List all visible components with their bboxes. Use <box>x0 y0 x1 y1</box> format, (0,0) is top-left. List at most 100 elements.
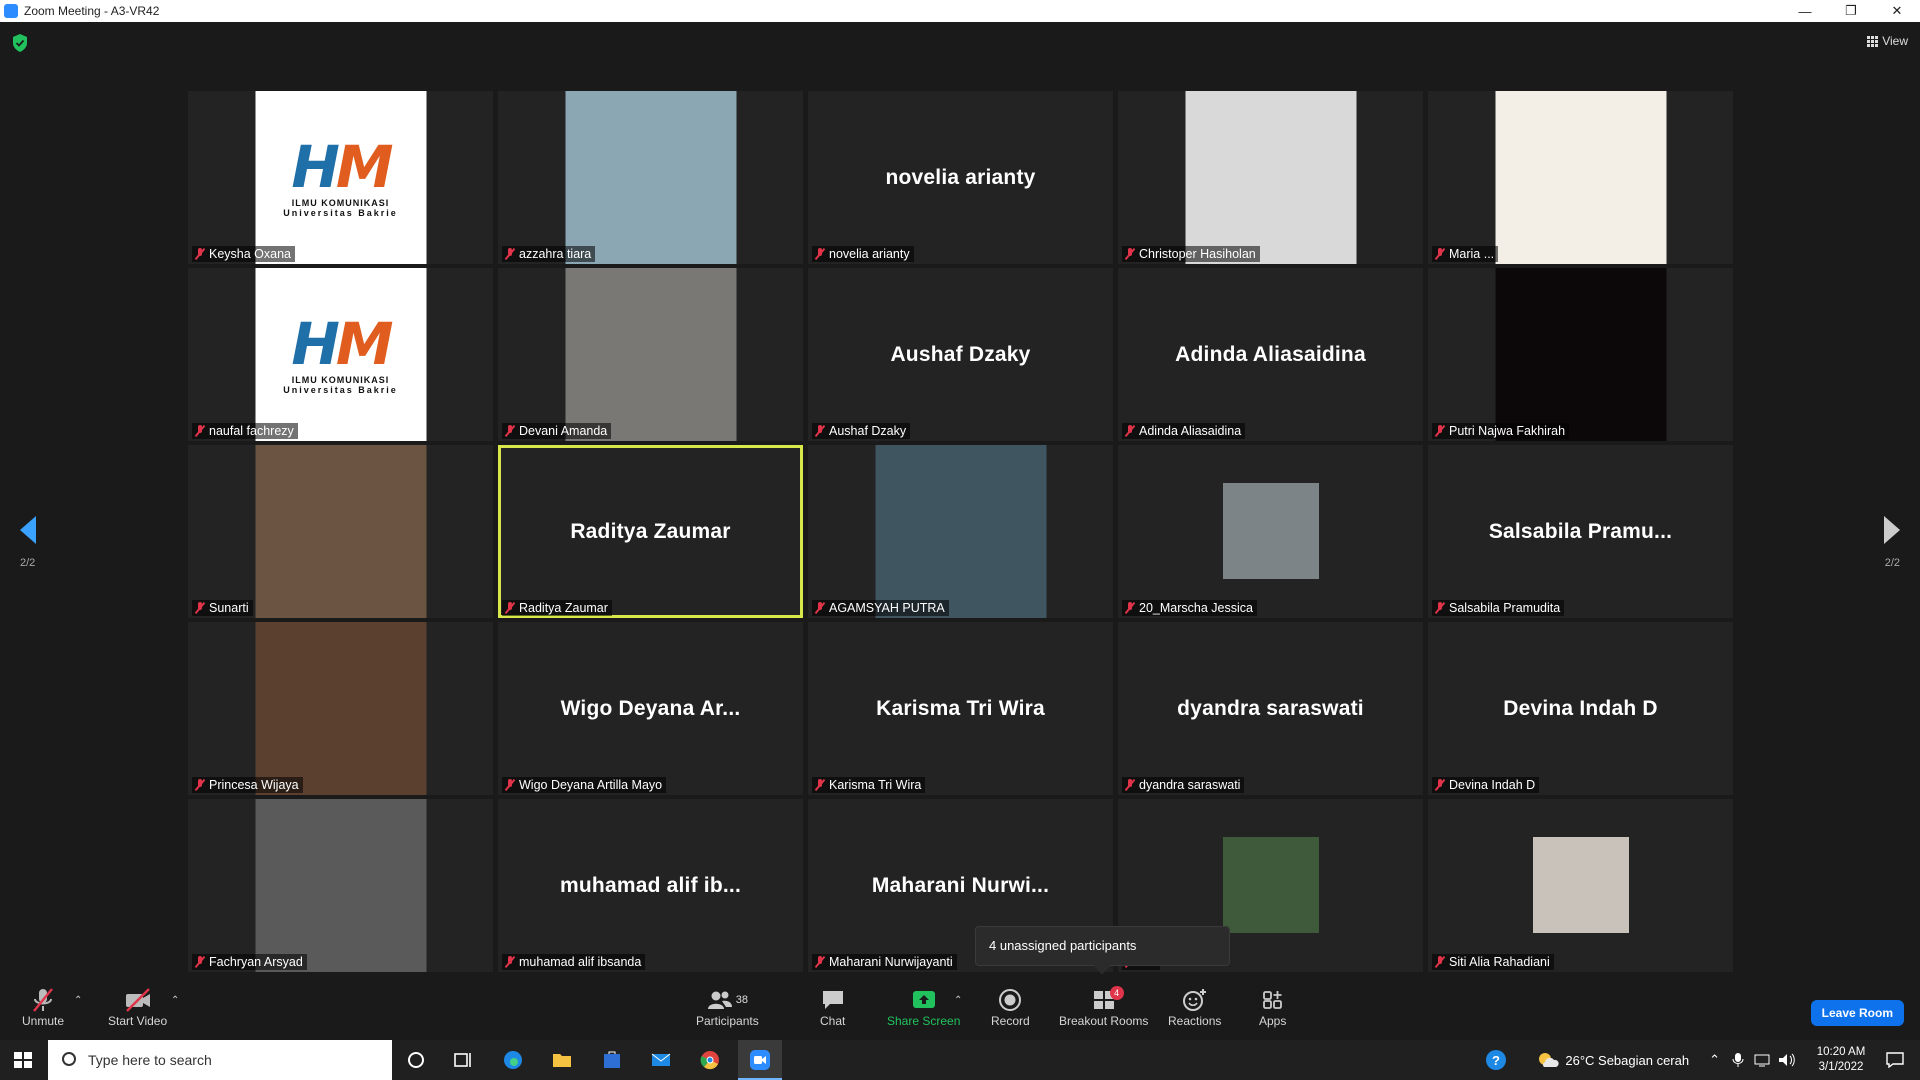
view-label: View <box>1882 34 1908 48</box>
windows-start-icon[interactable] <box>14 1052 32 1068</box>
close-button[interactable]: ✕ <box>1874 0 1920 22</box>
participant-tile[interactable]: Putri Najwa Fakhirah <box>1428 268 1733 441</box>
participant-display-name: Aushaf Dzaky <box>890 342 1031 366</box>
edge-browser-icon[interactable] <box>502 1050 524 1070</box>
next-page-arrow-icon[interactable] <box>1884 516 1900 544</box>
smiley-plus-icon <box>1182 986 1208 1014</box>
participant-tile[interactable]: muhamad alif ib... muhamad alif ibsanda <box>498 799 803 972</box>
minimize-button[interactable]: — <box>1782 0 1828 22</box>
microsoft-store-icon[interactable] <box>601 1050 623 1070</box>
muted-mic-icon <box>194 425 206 437</box>
unmute-label: Unmute <box>22 1014 65 1028</box>
participant-tile[interactable]: HM ILMU KOMUNIKASI Universitas Bakrie Keysh… <box>188 91 493 264</box>
participant-name-label: Devina Indah D <box>1449 778 1536 792</box>
taskbar-search-input[interactable]: Type here to search <box>48 1040 392 1080</box>
tray-chevron-icon[interactable]: ⌃ <box>1709 1052 1720 1068</box>
participant-tile[interactable]: Karisma Tri Wira Karisma Tri Wira <box>808 622 1113 795</box>
participant-tile[interactable]: AGAMSYAH PUTRA <box>808 445 1113 618</box>
view-button[interactable]: View <box>1867 34 1908 48</box>
file-explorer-icon[interactable] <box>551 1050 573 1070</box>
video-options-caret-icon[interactable]: ⌃ <box>171 995 179 1006</box>
participant-tile[interactable]: Siti Alia Rahadiani <box>1428 799 1733 972</box>
participant-tile[interactable]: Adinda Aliasaidina Adinda Aliasaidina <box>1118 268 1423 441</box>
taskbar-clock[interactable]: 10:20 AM 3/1/2022 <box>1806 1045 1876 1075</box>
participant-tile[interactable]: Devani Amanda <box>498 268 803 441</box>
windows-taskbar: Type here to search ? 26°C Sebagian cera… <box>0 1040 1920 1080</box>
participant-profile-photo <box>1222 837 1319 933</box>
participant-name-tag: Princesa Wijaya <box>192 777 303 793</box>
start-video-label: Start Video <box>108 1014 168 1028</box>
breakout-rooms-label: Breakout Rooms <box>1059 1014 1149 1028</box>
leave-room-button[interactable]: Leave Room <box>1810 1000 1904 1026</box>
muted-mic-icon <box>31 986 55 1014</box>
mail-icon[interactable] <box>650 1050 672 1070</box>
participant-name-label: Maharani Nurwijayanti <box>829 955 953 969</box>
unmute-button[interactable]: Unmute <box>22 986 64 1028</box>
breakout-rooms-button[interactable]: 4 Breakout Rooms <box>1059 986 1148 1028</box>
volume-icon[interactable] <box>1778 1053 1796 1067</box>
participant-name-label: Sunarti <box>209 601 249 615</box>
microphone-icon[interactable] <box>1732 1052 1744 1068</box>
participant-profile-photo <box>875 445 1046 618</box>
participant-profile-photo <box>1222 483 1319 579</box>
participant-name-label: 20_Marscha Jessica <box>1139 601 1253 615</box>
notifications-icon[interactable] <box>1886 1052 1904 1068</box>
weather-text[interactable]: 26°C Sebagian cerah <box>1565 1053 1689 1068</box>
participants-label: Participants <box>696 1014 759 1028</box>
muted-mic-icon <box>504 602 516 614</box>
participant-tile[interactable]: HM ILMU KOMUNIKASI Universitas Bakrie naufa… <box>188 268 493 441</box>
participant-name-label: Maria ... <box>1449 247 1495 261</box>
help-icon[interactable]: ? <box>1485 1049 1507 1071</box>
clock-date: 3/1/2022 <box>1818 1061 1864 1073</box>
video-gallery-grid: HM ILMU KOMUNIKASI Universitas Bakrie Keysh… <box>188 91 1733 972</box>
participant-display-name: Salsabila Pramu... <box>1488 519 1673 543</box>
muted-mic-icon <box>194 248 206 260</box>
reactions-button[interactable]: Reactions <box>1168 986 1221 1028</box>
zoom-taskbar-button[interactable] <box>738 1040 782 1080</box>
participant-name-tag: AGAMSYAH PUTRA <box>812 600 949 616</box>
muted-mic-icon <box>1434 425 1446 437</box>
participants-count: 38 <box>735 994 748 1006</box>
chat-label: Chat <box>820 1014 846 1028</box>
participant-tile[interactable]: Sunarti <box>188 445 493 618</box>
participant-tile[interactable]: Princesa Wijaya <box>188 622 493 795</box>
chat-button[interactable]: Chat <box>820 986 845 1028</box>
restore-button[interactable]: ❐ <box>1828 0 1874 22</box>
search-placeholder: Type here to search <box>88 1052 212 1068</box>
participant-tile[interactable]: Christoper Hasiholan <box>1118 91 1423 264</box>
participants-button[interactable]: 38 Participants <box>696 986 759 1028</box>
participant-name-label: Siti Alia Rahadiani <box>1449 955 1550 969</box>
previous-page-arrow-icon[interactable] <box>20 516 36 544</box>
participant-tile[interactable]: azzahra tiara <box>498 91 803 264</box>
muted-mic-icon <box>194 602 206 614</box>
task-view-icon[interactable] <box>452 1050 474 1070</box>
participant-display-name: Karisma Tri Wira <box>876 696 1045 720</box>
participant-name-tag: muhamad alif ibsanda <box>502 954 646 970</box>
record-button[interactable]: Record <box>991 986 1030 1028</box>
participant-tile[interactable]: Raditya Zaumar Raditya Zaumar <box>498 445 803 618</box>
participant-tile[interactable]: Fachryan Arsyad <box>188 799 493 972</box>
apps-button[interactable]: Apps <box>1259 986 1286 1028</box>
audio-options-caret-icon[interactable]: ⌃ <box>74 995 82 1006</box>
participant-tile[interactable]: 20_Marscha Jessica <box>1118 445 1423 618</box>
participant-name-tag: Putri Najwa Fakhirah <box>1432 423 1570 439</box>
share-options-caret-icon[interactable]: ⌃ <box>954 995 962 1006</box>
start-video-button[interactable]: Start Video <box>108 986 167 1028</box>
participant-tile[interactable]: Wigo Deyana Ar... Wigo Deyana Artilla May… <box>498 622 803 795</box>
participant-tile[interactable]: Maria ... <box>1428 91 1733 264</box>
muted-mic-icon <box>1434 248 1446 260</box>
network-icon[interactable] <box>1754 1053 1770 1067</box>
chrome-icon[interactable] <box>699 1050 721 1070</box>
participant-name-tag: Maharani Nurwijayanti <box>812 954 957 970</box>
participant-tile[interactable]: Aushaf Dzaky Aushaf Dzaky <box>808 268 1113 441</box>
share-screen-button[interactable]: Share Screen <box>887 986 960 1028</box>
participant-tile[interactable]: novelia arianty novelia arianty <box>808 91 1113 264</box>
participant-tile[interactable]: dyandra saraswati dyandra saraswati <box>1118 622 1423 795</box>
participant-tile[interactable]: Salsabila Pramu... Salsabila Pramudita <box>1428 445 1733 618</box>
participant-profile-photo <box>1185 91 1356 264</box>
participant-name-label: Raditya Zaumar <box>519 601 608 615</box>
cortana-icon[interactable] <box>405 1050 427 1070</box>
participant-tile[interactable]: Devina Indah D Devina Indah D <box>1428 622 1733 795</box>
security-shield-icon[interactable] <box>12 34 28 52</box>
page-indicator-right: 2/2 <box>1884 557 1900 569</box>
